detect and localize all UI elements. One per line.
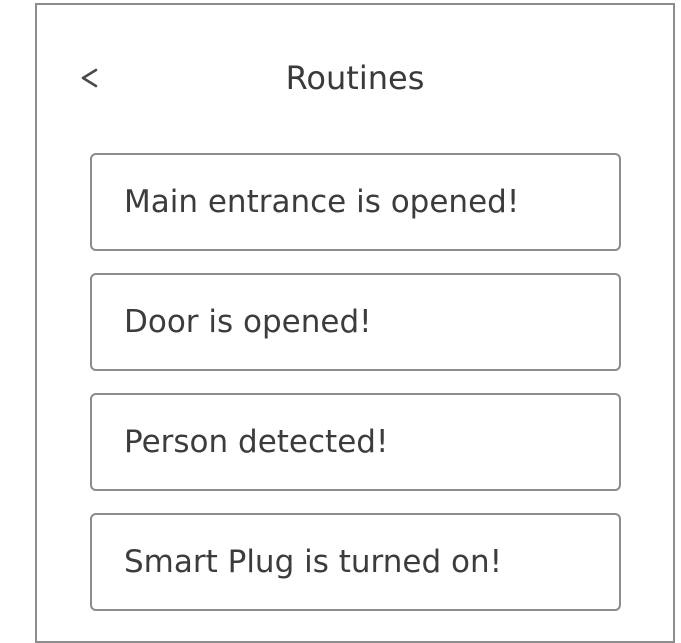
chevron-left-icon [81,68,98,88]
routine-list: Main entrance is opened! Door is opened!… [90,153,621,633]
routine-label: Smart Plug is turned on! [124,544,503,580]
routine-label: Person detected! [124,424,389,460]
routine-label: Main entrance is opened! [124,184,520,220]
routine-item-smart-plug[interactable]: Smart Plug is turned on! [90,513,621,611]
routine-item-door[interactable]: Door is opened! [90,273,621,371]
routine-item-person[interactable]: Person detected! [90,393,621,491]
back-button[interactable] [72,56,106,100]
page-title: Routines [285,59,425,97]
routine-label: Door is opened! [124,304,372,340]
routine-item-main-entrance[interactable]: Main entrance is opened! [90,153,621,251]
